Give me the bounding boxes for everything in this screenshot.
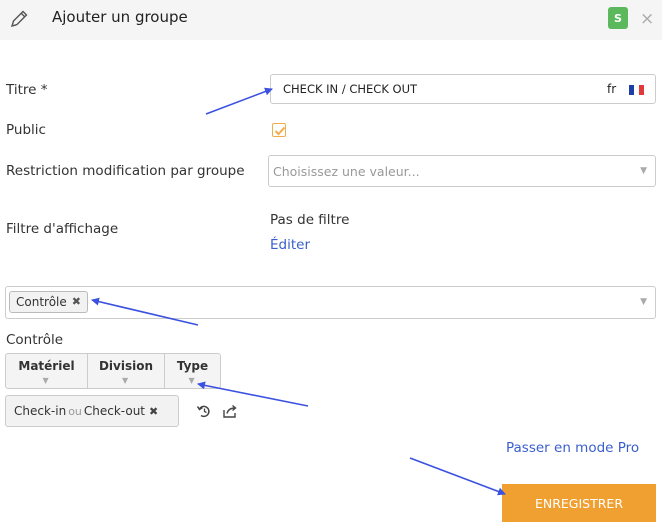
column-header-label: Division [98, 359, 154, 373]
selected-tag[interactable]: Contrôle ✖ [9, 291, 88, 313]
restriction-label: Restriction modification par groupe [6, 163, 245, 179]
selected-tag-label: Contrôle [16, 295, 67, 309]
annotation-arrow [409, 457, 506, 496]
chevron-down-icon: ▼ [122, 376, 129, 385]
public-checkbox[interactable] [272, 123, 286, 137]
filter-chip-left: Check-in [14, 404, 67, 418]
dialog-header: Ajouter un groupe S × [0, 0, 662, 40]
remove-filter-icon[interactable]: ✖ [149, 405, 158, 418]
language-code[interactable]: fr [607, 82, 616, 96]
s-badge[interactable]: S [608, 7, 628, 29]
group-tag-select[interactable]: Contrôle ✖ ▼ [5, 286, 656, 319]
chevron-down-icon: ▼ [640, 166, 647, 176]
chevron-down-icon: ▼ [42, 376, 49, 385]
editer-link[interactable]: Éditer [270, 237, 310, 253]
annotation-arrow [205, 87, 273, 115]
chevron-down-icon: ▼ [640, 297, 647, 307]
filter-chip[interactable]: Check-in ou Check-out ✖ [5, 395, 179, 427]
filter-chip-right: Check-out [83, 404, 146, 418]
filter-chip-joiner: ou [68, 404, 82, 418]
titre-value: CHECK IN / CHECK OUT [283, 82, 418, 96]
undo-icon[interactable] [196, 403, 212, 419]
titre-label: Titre * [6, 82, 48, 98]
restriction-placeholder: Choisissez une valeur... [273, 164, 420, 179]
column-header-division[interactable]: Division ▼ [88, 354, 165, 388]
remove-tag-icon[interactable]: ✖ [72, 292, 81, 312]
close-icon[interactable]: × [640, 9, 654, 29]
pencil-icon [10, 10, 28, 28]
filtre-value: Pas de filtre [270, 212, 350, 228]
column-header-type[interactable]: Type ▼ [165, 354, 220, 388]
restriction-select[interactable]: Choisissez une valeur... ▼ [268, 155, 656, 187]
column-header-label: Type [176, 359, 209, 373]
column-header-label: Matériel [18, 359, 75, 373]
public-label: Public [6, 122, 46, 138]
dialog-title: Ajouter un groupe [52, 8, 188, 26]
filtre-label: Filtre d'affichage [6, 221, 119, 237]
pro-mode-link[interactable]: Passer en mode Pro [506, 440, 639, 456]
save-button[interactable]: ENREGISTRER [502, 484, 656, 522]
column-headers: Matériel ▼ Division ▼ Type ▼ [5, 353, 221, 389]
chevron-down-icon: ▼ [188, 376, 195, 385]
column-header-materiel[interactable]: Matériel ▼ [6, 354, 88, 388]
share-icon[interactable] [222, 403, 238, 419]
france-flag-icon[interactable] [629, 85, 644, 95]
section-label: Contrôle [6, 332, 64, 348]
checkmark-icon [274, 126, 286, 136]
titre-input[interactable]: CHECK IN / CHECK OUT fr [270, 74, 656, 104]
